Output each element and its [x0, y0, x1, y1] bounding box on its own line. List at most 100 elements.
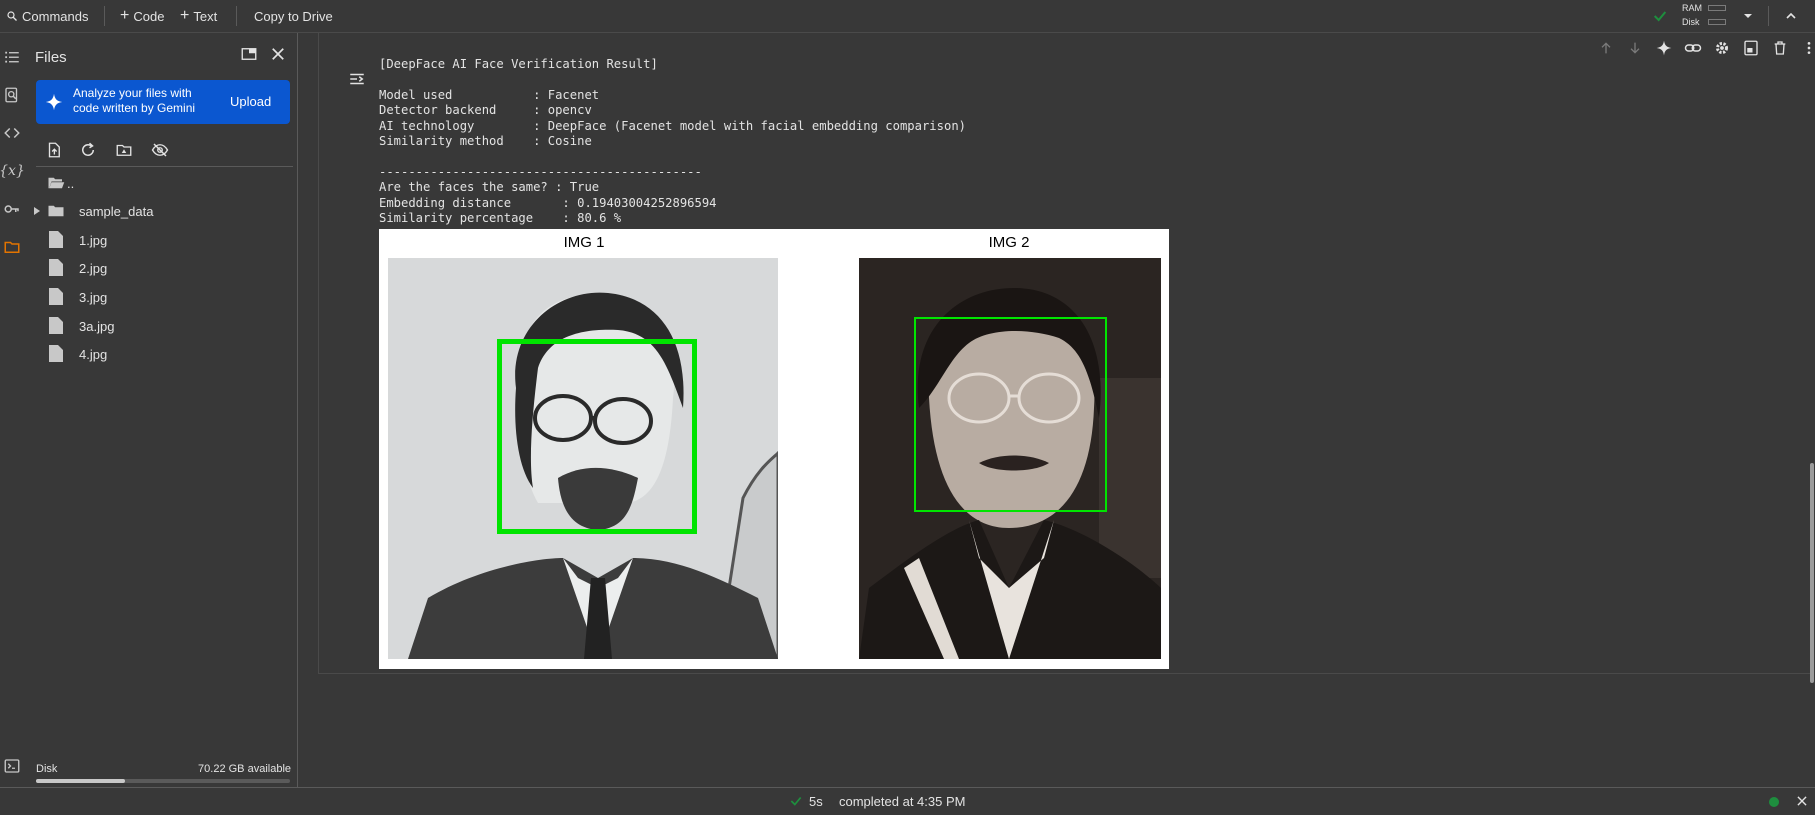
disk-available-text: 70.22 GB available: [198, 763, 291, 775]
file-tree-file-3a-jpg[interactable]: 3a.jpg: [25, 313, 295, 339]
code-cell[interactable]: [DeepFace AI Face Verification Result] M…: [318, 33, 1811, 674]
add-code-label: Code: [133, 8, 165, 24]
ram-meter: [1708, 5, 1726, 11]
disk-usage-fill: [36, 779, 125, 783]
plus-icon: +: [120, 7, 130, 24]
disk-usage-label: Disk: [36, 763, 58, 775]
file-icon: [49, 259, 63, 276]
move-cell-up-icon[interactable]: [1595, 37, 1617, 59]
runtime-status-dot: [1769, 797, 1779, 807]
link-icon[interactable]: [1682, 37, 1704, 59]
img1-face-box: [497, 339, 697, 534]
search-icon: [6, 10, 18, 22]
output-header-text: [DeepFace AI Face Verification Result]: [379, 57, 658, 71]
file-icon: [49, 345, 63, 362]
file-tree-file-3-jpg[interactable]: 3.jpg: [25, 284, 295, 310]
gemini-sparkle-icon: [45, 93, 63, 111]
connected-check-icon: [1652, 8, 1668, 24]
open-in-new-tab-icon[interactable]: [240, 45, 258, 63]
toolbar-divider: [236, 6, 237, 26]
copy-to-drive-button[interactable]: Copy to Drive: [254, 0, 333, 32]
img2-face-box: [914, 317, 1107, 512]
more-options-icon[interactable]: [1798, 37, 1815, 59]
code-snippets-icon[interactable]: [2, 123, 22, 143]
add-code-button[interactable]: + Code: [120, 0, 164, 32]
files-panel: Files Analyze your files with code writt…: [25, 33, 298, 787]
upload-button[interactable]: Upload: [230, 94, 271, 109]
top-toolbar: Commands + Code + Text Copy to Drive RAM…: [0, 0, 1815, 33]
files-panel-title: Files: [35, 49, 67, 66]
output-actions-icon[interactable]: [346, 68, 368, 90]
gemini-banner: Analyze your files with code written by …: [36, 80, 290, 124]
cell-toolbar: [1595, 35, 1815, 61]
mount-drive-icon[interactable]: [113, 139, 135, 161]
settings-gear-icon[interactable]: [1711, 37, 1733, 59]
file-tree-item-label: ..: [67, 175, 75, 191]
mirror-cell-icon[interactable]: [1740, 37, 1762, 59]
gemini-banner-text: Analyze your files with code written by …: [73, 86, 196, 115]
refresh-icon[interactable]: [77, 139, 99, 161]
variables-icon[interactable]: {x}: [0, 161, 25, 181]
file-tree-file-4-jpg[interactable]: 4.jpg: [25, 341, 295, 367]
expand-arrow-icon[interactable]: [32, 206, 42, 216]
toolbar-divider: [1768, 6, 1769, 26]
status-bar: 5s completed at 4:35 PM: [0, 787, 1815, 815]
file-tree-item-label: 3.jpg: [79, 289, 108, 305]
add-text-button[interactable]: + Text: [180, 0, 217, 32]
close-status-icon[interactable]: [1795, 794, 1809, 808]
output-figure: IMG 1 IMG 2: [379, 229, 1169, 669]
execution-duration: 5s: [809, 794, 823, 809]
gemini-sparkle-icon[interactable]: [1653, 37, 1675, 59]
file-tree-item-label: sample_data: [79, 203, 154, 219]
output-results-text: ----------------------------------------…: [379, 165, 717, 226]
file-icon: [49, 288, 63, 305]
files-divider: [36, 166, 293, 167]
folder-open-icon: [47, 175, 65, 191]
delete-cell-icon[interactable]: [1769, 37, 1791, 59]
file-tree-item-label: 3a.jpg: [79, 318, 115, 334]
notebook-scrollbar[interactable]: [1810, 463, 1814, 683]
file-tree-item-label: 1.jpg: [79, 232, 108, 248]
notebook-area: [DeepFace AI Face Verification Result] M…: [298, 33, 1815, 787]
disk-usage: Disk 70.22 GB available: [36, 763, 291, 775]
file-tree-file-1-jpg[interactable]: 1.jpg: [25, 227, 295, 253]
find-replace-icon[interactable]: [2, 85, 22, 105]
file-icon: [49, 231, 63, 248]
left-rail: {x}: [0, 33, 25, 787]
file-tree-item-label: 2.jpg: [79, 260, 108, 276]
files-folder-icon[interactable]: [2, 237, 22, 257]
upload-file-icon[interactable]: [43, 139, 65, 161]
hide-files-icon[interactable]: [149, 139, 171, 161]
file-tree-file-2-jpg[interactable]: 2.jpg: [25, 255, 295, 281]
collapse-header-icon[interactable]: [1783, 8, 1799, 24]
folder-icon: [47, 203, 65, 219]
move-cell-down-icon[interactable]: [1624, 37, 1646, 59]
img2-title: IMG 2: [988, 234, 1030, 251]
commands-label: Commands: [22, 8, 89, 24]
runtime-dropdown-icon[interactable]: [1740, 8, 1756, 24]
disk-meter: [1708, 19, 1726, 25]
commands-button[interactable]: Commands: [6, 0, 88, 32]
table-of-contents-icon[interactable]: [2, 47, 22, 67]
secrets-key-icon[interactable]: [2, 199, 22, 219]
img1-title: IMG 1: [563, 234, 605, 251]
file-tree-parent-folder[interactable]: ..: [25, 170, 295, 196]
disk-usage-bar: [36, 779, 290, 783]
disk-meter-label: Disk: [1682, 17, 1700, 27]
file-tree-folder-sample-data[interactable]: sample_data: [25, 198, 295, 224]
execution-check-icon: [789, 794, 803, 808]
copy-to-drive-label: Copy to Drive: [254, 8, 333, 24]
add-text-label: Text: [193, 8, 218, 24]
img1-photo: [388, 258, 778, 659]
resource-monitor[interactable]: RAM Disk: [1682, 2, 1730, 30]
ram-label: RAM: [1682, 3, 1702, 13]
close-panel-icon[interactable]: [269, 45, 287, 63]
img2-photo: [859, 258, 1161, 659]
file-icon: [49, 317, 63, 334]
terminal-icon[interactable]: [2, 756, 22, 776]
output-details-text: Model used : Facenet Detector backend : …: [379, 88, 966, 149]
toolbar-divider: [104, 6, 105, 26]
execution-completed-text[interactable]: completed at 4:35 PM: [839, 794, 965, 809]
file-tree-item-label: 4.jpg: [79, 346, 108, 362]
plus-icon: +: [180, 7, 190, 24]
